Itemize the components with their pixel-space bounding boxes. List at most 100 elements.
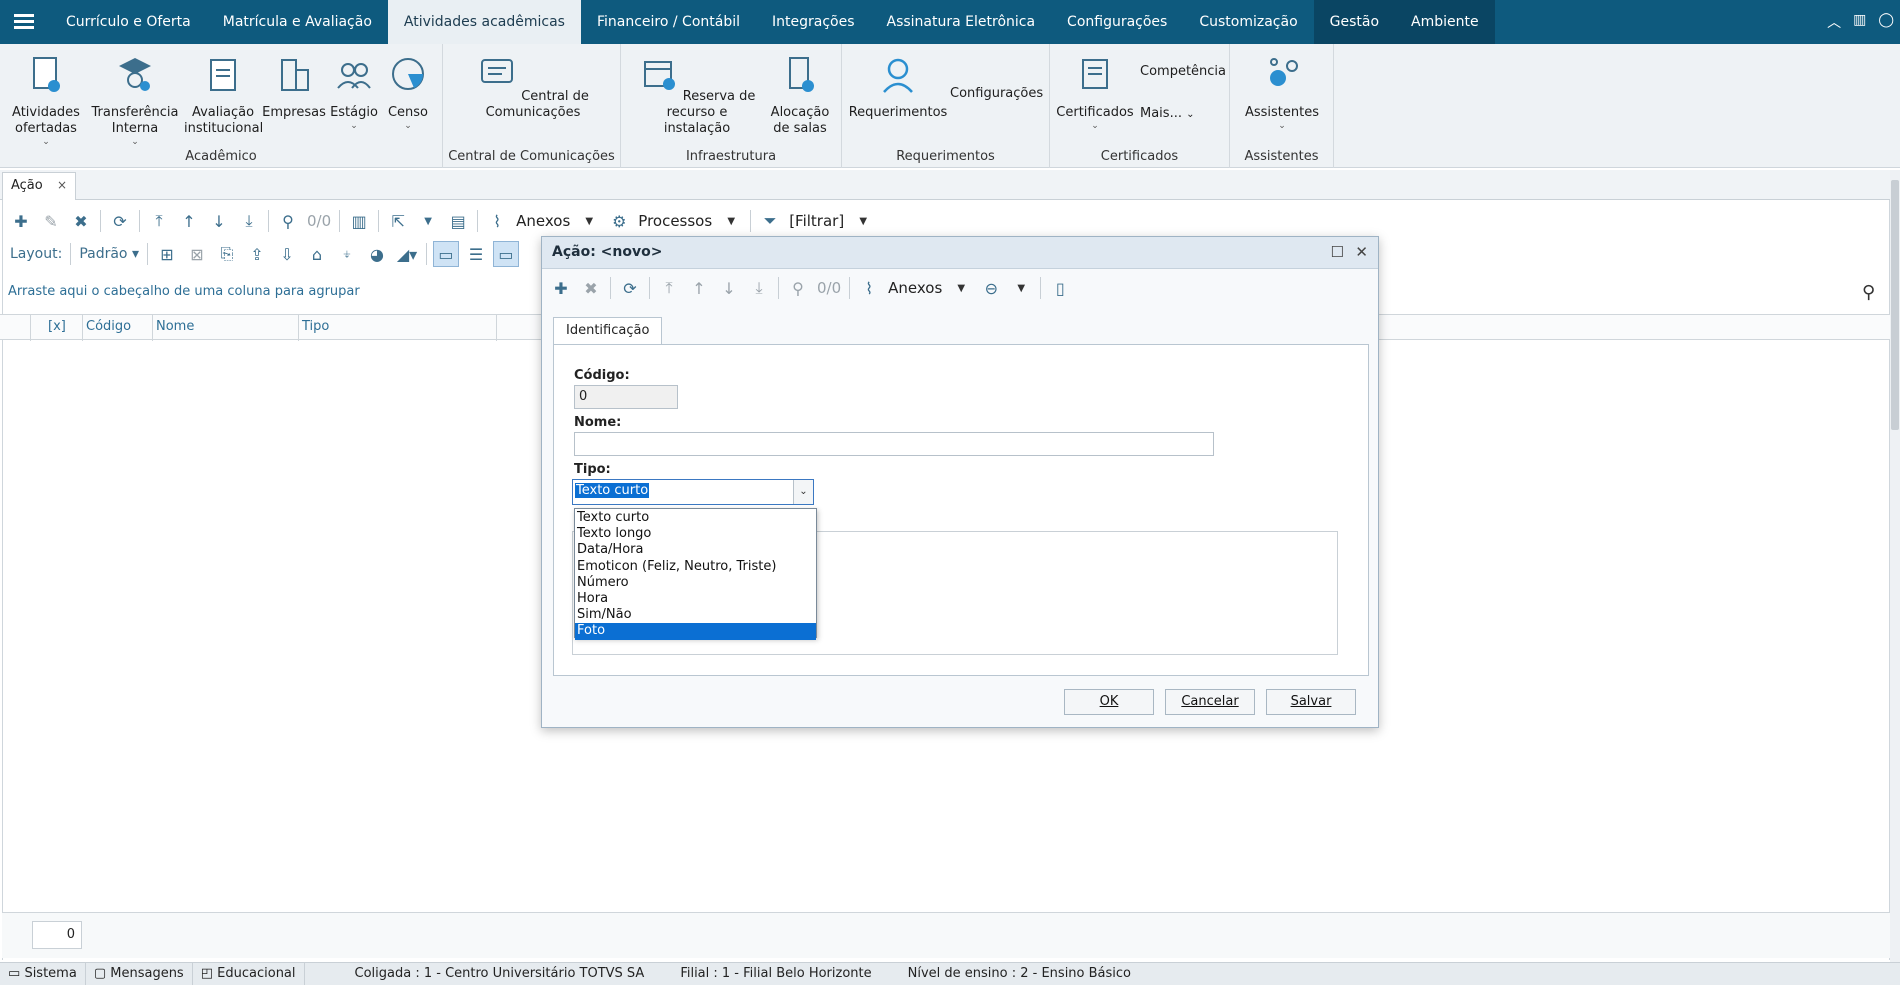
configuracoes-button[interactable]: Configurações (950, 86, 1043, 101)
mais-button[interactable]: Mais... ⌄ (1140, 106, 1195, 121)
column-codigo[interactable]: Código (86, 319, 131, 334)
first-record-icon[interactable]: ⤒ (146, 208, 172, 234)
chevron-down-icon[interactable]: ▼ (1008, 275, 1034, 301)
chevron-down-icon[interactable]: ⌄ (793, 480, 813, 504)
save-button[interactable]: Salvar (1266, 689, 1356, 715)
tab-customizacao[interactable]: Customização (1183, 0, 1313, 44)
previous-record-icon[interactable]: ↑ (686, 275, 712, 301)
alocacao-salas-button[interactable]: Alocação de salas (763, 54, 837, 137)
chevron-down-icon[interactable]: ▼ (948, 275, 974, 301)
delete-layout-icon[interactable]: ⊠ (184, 241, 210, 267)
tab-curriculo[interactable]: Currículo e Oferta (50, 0, 207, 44)
tipo-option[interactable]: Emoticon (Feliz, Neutro, Triste) (575, 559, 816, 575)
column-tipo[interactable]: Tipo (302, 319, 329, 334)
status-educacional[interactable]: ◰ Educacional (193, 962, 305, 985)
layout-icon[interactable]: ▥ (1853, 12, 1866, 32)
avaliacao-institucional-button[interactable]: Avaliação institucional (184, 54, 263, 137)
last-record-icon[interactable]: ⤓ (236, 208, 262, 234)
reserva-recurso-button[interactable]: Reserva de recurso e instalação (635, 54, 759, 137)
grid-search-icon[interactable]: ⚲ (1862, 282, 1875, 303)
nome-field[interactable] (574, 432, 1214, 456)
tab-assinatura[interactable]: Assinatura Eletrônica (871, 0, 1052, 44)
filtrar-menu[interactable]: [Filtrar] (789, 212, 844, 230)
status-mensagens[interactable]: ▢ Mensagens (86, 962, 193, 985)
column-select[interactable]: [x] (48, 319, 66, 334)
requerimentos-button[interactable]: Requerimentos (848, 54, 948, 121)
delete-icon[interactable]: ✖ (68, 208, 94, 234)
censo-button[interactable]: Censo ⌄ (382, 54, 434, 131)
tipo-option-highlighted[interactable]: Foto (575, 623, 816, 640)
save-layout-icon[interactable]: ⎘ (214, 241, 240, 267)
refresh-icon[interactable]: ⟳ (617, 275, 643, 301)
tipo-option[interactable]: Data/Hora (575, 542, 816, 558)
tab-financeiro[interactable]: Financeiro / Contábil (581, 0, 756, 44)
tab-gestao[interactable]: Gestão (1313, 0, 1396, 44)
ok-button[interactable]: OK (1064, 689, 1154, 715)
tab-atividades[interactable]: Atividades acadêmicas (387, 0, 581, 44)
chart-icon[interactable]: ◢▾ (394, 241, 420, 267)
anexos-menu[interactable]: Anexos (516, 212, 570, 230)
next-record-icon[interactable]: ↓ (206, 208, 232, 234)
tab-configuracoes[interactable]: Configurações (1051, 0, 1183, 44)
collapse-ribbon-icon[interactable]: ︿ (1827, 12, 1841, 32)
report-icon[interactable]: ▤ (445, 208, 471, 234)
app-menu-icon[interactable] (14, 12, 34, 32)
competencia-button[interactable]: Competência (1140, 64, 1226, 79)
estagio-button[interactable]: Estágio ⌄ (326, 54, 382, 131)
doc-tab-acao[interactable]: Ação × (2, 172, 76, 200)
upload-icon[interactable]: ⇪ (244, 241, 270, 267)
atividades-ofertadas-button[interactable]: Atividades ofertadas ⌄ (6, 54, 86, 147)
delete-icon[interactable]: ✖ (578, 275, 604, 301)
add-icon[interactable]: ✚ (8, 208, 34, 234)
search-icon[interactable]: ⚲ (275, 208, 301, 234)
search-icon[interactable]: ⚲ (785, 275, 811, 301)
refresh-icon[interactable]: ⟳ (107, 208, 133, 234)
assistentes-button[interactable]: Assistentes ⌄ (1238, 54, 1326, 131)
add-layout-icon[interactable]: ⊞ (154, 241, 180, 267)
last-record-icon[interactable]: ⤓ (746, 275, 772, 301)
processos-menu[interactable]: Processos (638, 212, 712, 230)
chevron-down-icon[interactable]: ▼ (850, 208, 876, 234)
next-record-icon[interactable]: ↓ (716, 275, 742, 301)
certificados-button[interactable]: Certificados ⌄ (1054, 54, 1136, 131)
process-icon[interactable]: ⊖ (978, 275, 1004, 301)
tipo-option[interactable]: Texto curto (575, 510, 816, 526)
export-icon[interactable]: ⇱ (385, 208, 411, 234)
first-record-icon[interactable]: ⤒ (656, 275, 682, 301)
book-icon[interactable]: ▯ (1047, 275, 1073, 301)
view-split-icon[interactable]: ☰ (463, 241, 489, 267)
chevron-down-icon[interactable]: ▼ (415, 208, 441, 234)
edit-icon[interactable]: ✎ (38, 208, 64, 234)
tipo-option[interactable]: Hora (575, 591, 816, 607)
codigo-field[interactable]: 0 (574, 385, 678, 409)
maximize-icon[interactable]: ☐ (1331, 243, 1344, 261)
tipo-option[interactable]: Texto longo (575, 526, 816, 542)
vertical-scrollbar[interactable] (1890, 170, 1900, 962)
tipo-option[interactable]: Número (575, 575, 816, 591)
layout-select[interactable]: Padrão ▾ (79, 246, 139, 262)
dialog-anexos-menu[interactable]: Anexos (888, 279, 942, 297)
chevron-down-icon[interactable]: ▼ (718, 208, 744, 234)
tab-integracoes[interactable]: Integrações (756, 0, 871, 44)
scrollbar-thumb[interactable] (1891, 180, 1899, 430)
view-top-icon[interactable]: ▭ (492, 241, 519, 267)
tipo-option[interactable]: Sim/Não (575, 607, 816, 623)
central-comunicacoes-button[interactable]: Central de Comunicações (463, 54, 603, 121)
close-icon[interactable]: ✕ (1355, 243, 1368, 261)
pin-icon[interactable]: ⍖ (334, 241, 360, 267)
tab-matricula[interactable]: Matrícula e Avaliação (207, 0, 388, 44)
close-icon[interactable]: × (57, 178, 67, 192)
tab-identificacao[interactable]: Identificação (553, 317, 663, 345)
empresas-button[interactable]: Empresas (262, 54, 326, 121)
tipo-select[interactable]: Texto curto ⌄ (572, 479, 814, 505)
download-icon[interactable]: ⇩ (274, 241, 300, 267)
add-icon[interactable]: ✚ (548, 275, 574, 301)
columns-icon[interactable]: ▥ (346, 208, 372, 234)
shapes-icon[interactable]: ◕ (364, 241, 390, 267)
view-bottom-icon[interactable]: ▭ (432, 241, 459, 267)
column-nome[interactable]: Nome (156, 319, 194, 334)
previous-record-icon[interactable]: ↑ (176, 208, 202, 234)
cancel-button[interactable]: Cancelar (1165, 689, 1255, 715)
status-sistema[interactable]: ▭ Sistema (0, 962, 86, 985)
transferencia-interna-button[interactable]: Transferência Interna ⌄ (90, 54, 180, 147)
